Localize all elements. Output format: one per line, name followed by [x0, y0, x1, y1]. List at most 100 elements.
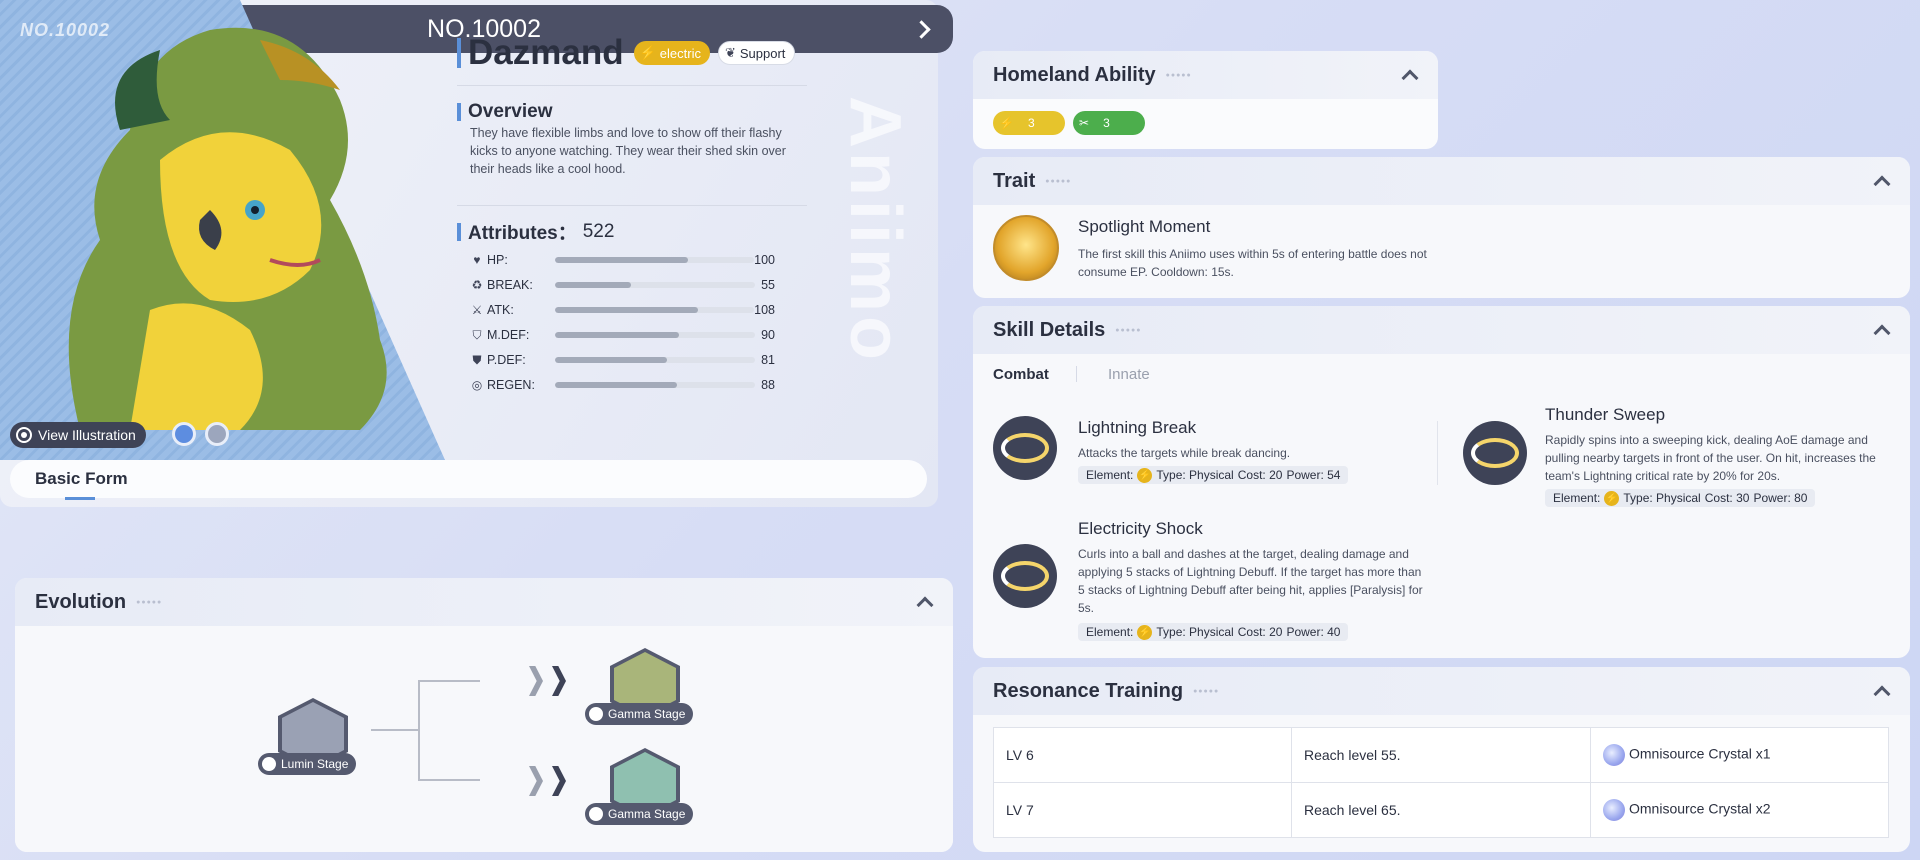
- name-watermark: Aniimo: [835, 96, 915, 364]
- trait-name: Spotlight Moment: [1078, 217, 1211, 236]
- break-icon: ♻: [471, 278, 483, 292]
- trait-card: Trait ●●●●● Spotlight Moment The first s…: [973, 157, 1910, 298]
- leaf-icon: ❦: [724, 45, 736, 60]
- bolt-icon: ⚡: [639, 45, 656, 60]
- homeland-ability-pill: ✂ 3: [1073, 111, 1145, 135]
- chevron-icon: [552, 666, 566, 696]
- stage-icon: [262, 757, 276, 771]
- form-tab[interactable]: Basic Form: [10, 460, 927, 498]
- skill-description: Curls into a ball and dashes at the targ…: [1078, 547, 1423, 615]
- stat-row-pdef: ⛊ P.DEF: 81: [470, 350, 810, 370]
- collapse-icon[interactable]: [1874, 173, 1888, 187]
- crystal-icon: [1603, 799, 1625, 821]
- stat-bar: [555, 357, 755, 363]
- stat-bar-fill: [555, 282, 631, 288]
- creature-illustration: [68, 27, 387, 430]
- tab-combat[interactable]: Combat: [993, 366, 1049, 383]
- connector-line: [418, 680, 480, 682]
- trait-star-icon: [993, 215, 1059, 281]
- resonance-header[interactable]: Resonance Training ●●●●●: [973, 667, 1910, 715]
- skill-details-card: Skill Details ●●●●● Combat Innate Lightn…: [973, 306, 1910, 658]
- stage-label: Gamma Stage: [585, 803, 694, 825]
- stage-icon: [589, 707, 603, 721]
- role-tag: ❦ Support: [717, 41, 796, 65]
- creature-name: Dazmand: [468, 33, 624, 72]
- skill-header[interactable]: Skill Details ●●●●●: [973, 306, 1910, 354]
- decorative-dots: ●●●●●: [1193, 687, 1220, 695]
- thunder-sweep-icon: [1463, 421, 1527, 485]
- collapse-icon[interactable]: [1874, 322, 1888, 336]
- stat-row-break: ♻ BREAK: 55: [471, 278, 775, 292]
- form-tab-indicator: [65, 497, 95, 500]
- view-illustration-button[interactable]: View Illustration: [10, 422, 146, 448]
- homeland-ability-pill: ⚡ 3: [993, 111, 1065, 135]
- collapse-icon[interactable]: [1874, 683, 1888, 697]
- heart-icon: ♥: [473, 253, 481, 267]
- connector-line: [418, 680, 420, 780]
- skill-meta: Element: ⚡ Type: Physical Cost: 30 Power…: [1545, 489, 1816, 507]
- stat-bar: [554, 257, 755, 263]
- tab-innate[interactable]: Innate: [1108, 366, 1150, 383]
- table-row: LV 7 Reach level 65. Omnisource Crystal …: [993, 782, 1889, 838]
- decorative-dots: ●●●●●: [1165, 71, 1192, 79]
- element-tag: ⚡ electric: [633, 41, 710, 65]
- homeland-header[interactable]: Homeland Ability ●●●●●: [973, 51, 1438, 99]
- stat-row-hp: ♥ HP: 100: [470, 250, 810, 270]
- divider: [457, 205, 807, 206]
- shield-icon: ⛊: [472, 352, 482, 367]
- evolution-card: Evolution ●●●●● Lumin Stage Gamma Stage …: [15, 578, 953, 852]
- gender-icon[interactable]: [205, 422, 229, 446]
- skill-description: Attacks the targets while break dancing.: [1078, 446, 1291, 460]
- bolt-icon: ⚡: [999, 116, 1014, 130]
- magic-shield-icon: ⛉: [472, 327, 482, 342]
- bolt-icon: ⚡: [1137, 467, 1153, 483]
- stat-row-regen: ◎ REGEN: 88: [471, 378, 775, 392]
- badge-icon[interactable]: [172, 422, 196, 446]
- trait-description: The first skill this Aniimo uses within …: [1078, 247, 1427, 279]
- skill-meta: Element: ⚡ Type: Physical Cost: 20 Power…: [1078, 623, 1349, 641]
- reward-cell: Omnisource Crystal x2: [1590, 782, 1889, 838]
- overview-heading: Overview: [457, 101, 553, 123]
- tab-divider: [1076, 366, 1077, 382]
- skill-name: Electricity Shock: [1078, 519, 1203, 538]
- attributes-total: 522: [582, 220, 615, 242]
- stat-bar: [555, 382, 755, 388]
- stat-row-atk: ⚔ ATK: 108: [471, 303, 775, 317]
- connector-line: [418, 779, 480, 781]
- level-cell: LV 7: [993, 782, 1292, 838]
- decorative-dots: ●●●●●: [1045, 177, 1072, 185]
- trait-header[interactable]: Trait ●●●●●: [973, 157, 1910, 205]
- sword-icon: ⚔: [471, 303, 483, 317]
- overview-text: They have flexible limbs and love to sho…: [470, 126, 786, 176]
- skill-description: Rapidly spins into a sweeping kick, deal…: [1545, 433, 1876, 483]
- table-row: LV 6 Reach level 55. Omnisource Crystal …: [993, 727, 1889, 783]
- level-cell: LV 6: [993, 727, 1292, 783]
- tools-icon: ✂: [1079, 116, 1090, 130]
- collapse-icon[interactable]: [1402, 67, 1416, 81]
- electricity-shock-icon: [993, 544, 1057, 608]
- stat-bar-fill: [554, 257, 689, 263]
- crystal-icon: [1603, 744, 1625, 766]
- stat-bar-fill: [555, 382, 677, 388]
- stage-label: Gamma Stage: [585, 703, 694, 725]
- resonance-training-card: Resonance Training ●●●●● LV 6 Reach leve…: [973, 667, 1910, 852]
- name-block: Dazmand ⚡ electric ❦ Support: [457, 33, 796, 73]
- stat-bar-fill: [554, 307, 699, 313]
- requirement-cell: Reach level 65.: [1291, 782, 1591, 838]
- stat-bar-fill: [555, 332, 679, 338]
- homeland-ability-card: Homeland Ability ●●●●● ⚡ 3 ✂ 3: [973, 51, 1438, 149]
- reward-cell: Omnisource Crystal x1: [1590, 727, 1889, 783]
- chevron-icon: [529, 666, 543, 696]
- regen-icon: ◎: [471, 378, 483, 392]
- divider: [457, 85, 807, 86]
- skill-name: Thunder Sweep: [1545, 405, 1666, 424]
- evolution-tree: Lumin Stage Gamma Stage Gamma Stage: [15, 626, 953, 852]
- collapse-icon[interactable]: [917, 594, 931, 608]
- creature-card: NO.10002 Aniimo Dazmand ⚡ electric ❦ Sup…: [0, 0, 938, 507]
- stat-row-mdef: ⛉ M.DEF: 90: [470, 325, 810, 345]
- decorative-dots: ●●●●●: [136, 598, 163, 606]
- stat-bar: [554, 307, 755, 313]
- stage-icon: [589, 807, 603, 821]
- decorative-dots: ●●●●●: [1115, 326, 1142, 334]
- evolution-header[interactable]: Evolution ●●●●●: [15, 578, 953, 626]
